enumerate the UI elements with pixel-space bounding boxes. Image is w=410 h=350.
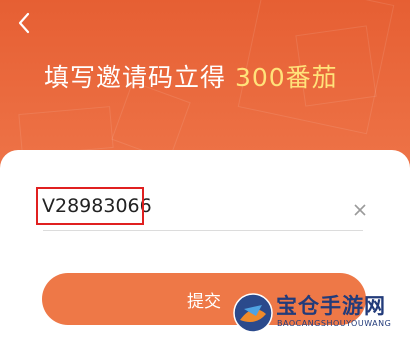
submit-label: 提交: [187, 291, 221, 312]
background-decoration: [18, 106, 114, 156]
chevron-left-icon: [18, 12, 30, 34]
watermark-title: 宝仓手游网: [276, 294, 386, 318]
title-highlight: 300番茄: [234, 63, 338, 92]
invite-code-value: V28983066: [42, 195, 152, 217]
watermark: 宝仓手游网 BAOCANGSHOUYOUWANG: [232, 288, 408, 338]
page-title: 填写邀请码立得 300番茄: [44, 58, 338, 94]
close-icon: [354, 204, 366, 216]
watermark-subtitle: BAOCANGSHOUYOUWANG: [277, 319, 392, 328]
back-button[interactable]: [10, 8, 40, 38]
title-prefix: 填写邀请码立得: [44, 63, 235, 92]
watermark-logo: [233, 293, 273, 333]
header: 填写邀请码立得 300番茄: [0, 0, 410, 175]
clear-button[interactable]: [352, 202, 368, 218]
